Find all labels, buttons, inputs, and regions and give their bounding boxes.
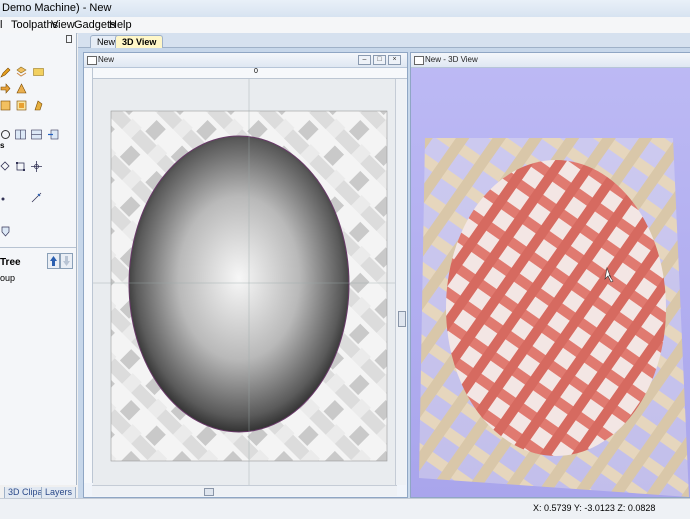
panel-divider	[0, 247, 76, 248]
status-bar: X: 0.5739 Y: -3.0123 Z: 0.0828	[0, 498, 690, 519]
horizontal-scroll-thumb[interactable]	[204, 488, 214, 496]
arrow-up-icon	[50, 256, 57, 266]
menu-item-help[interactable]: Help	[109, 19, 132, 31]
arrow-down-icon	[63, 256, 70, 266]
tab-3d-view[interactable]: 3D View	[115, 35, 164, 48]
vertical-scroll-thumb[interactable]	[398, 311, 406, 327]
vertical-ruler	[84, 68, 93, 483]
menu-item-file[interactable]: l	[0, 19, 2, 31]
view-2d-title: New	[98, 55, 115, 64]
move-icon[interactable]	[31, 161, 42, 172]
design-canvas	[93, 79, 395, 487]
arrow-right-icon[interactable]	[0, 83, 11, 94]
title-bar: Demo Machine) - New	[0, 0, 690, 18]
3d-render[interactable]	[411, 68, 690, 497]
move-down-button[interactable]	[60, 253, 73, 269]
node-icon[interactable]	[0, 161, 11, 172]
window-title: Demo Machine) - New	[2, 2, 112, 14]
window-icon	[414, 56, 424, 65]
circle-tool-icon[interactable]	[0, 129, 11, 140]
view-3d-title: New - 3D View	[425, 55, 478, 64]
box-icon[interactable]	[16, 100, 27, 111]
panel-table-icon[interactable]	[31, 129, 42, 140]
cursor-coordinates: X: 0.5739 Y: -3.0123 Z: 0.0828	[533, 503, 656, 513]
import-icon[interactable]	[48, 129, 59, 140]
panel-split-icon[interactable]	[15, 129, 26, 140]
maximize-button[interactable]: □	[373, 55, 386, 65]
stack-icon[interactable]	[16, 66, 27, 77]
shield-icon[interactable]	[0, 226, 11, 237]
menu-item-view[interactable]: View	[51, 19, 75, 31]
view-2d-window: New – □ × 0	[83, 52, 408, 498]
minimize-button[interactable]: –	[358, 55, 371, 65]
tree-label: Tree	[0, 257, 21, 268]
vertical-scrollbar[interactable]	[395, 79, 406, 485]
move-up-button[interactable]	[47, 253, 60, 269]
pencil-icon[interactable]	[0, 67, 11, 78]
horizontal-scrollbar[interactable]	[92, 485, 397, 496]
left-panel: s Tree oup	[0, 33, 77, 485]
ruler-zero-label: 0	[254, 68, 258, 75]
drawing-area[interactable]	[93, 79, 395, 487]
cone-icon[interactable]	[16, 83, 27, 94]
view-3d-window: New - 3D View	[410, 52, 690, 498]
measure-icon[interactable]	[31, 192, 42, 203]
transform-icon[interactable]	[15, 161, 26, 172]
view-2d-header: New – □ ×	[84, 53, 407, 68]
view-tab-strip: New 3D View	[78, 33, 690, 48]
window-icon	[87, 56, 97, 65]
horizontal-ruler: 0	[92, 68, 407, 79]
section-marker: s	[0, 141, 5, 150]
view-3d-header: New - 3D View	[411, 53, 690, 68]
menu-bar: l Toolpaths View Gadgets Help	[0, 17, 690, 34]
folder-icon[interactable]	[33, 66, 44, 77]
pin-icon[interactable]	[66, 35, 72, 43]
tree-group-item[interactable]: oup	[0, 273, 15, 283]
close-button[interactable]: ×	[388, 55, 401, 65]
shape-icon[interactable]	[33, 100, 44, 111]
grid-icon[interactable]	[0, 100, 11, 111]
nodes-edit-icon[interactable]	[0, 193, 11, 204]
